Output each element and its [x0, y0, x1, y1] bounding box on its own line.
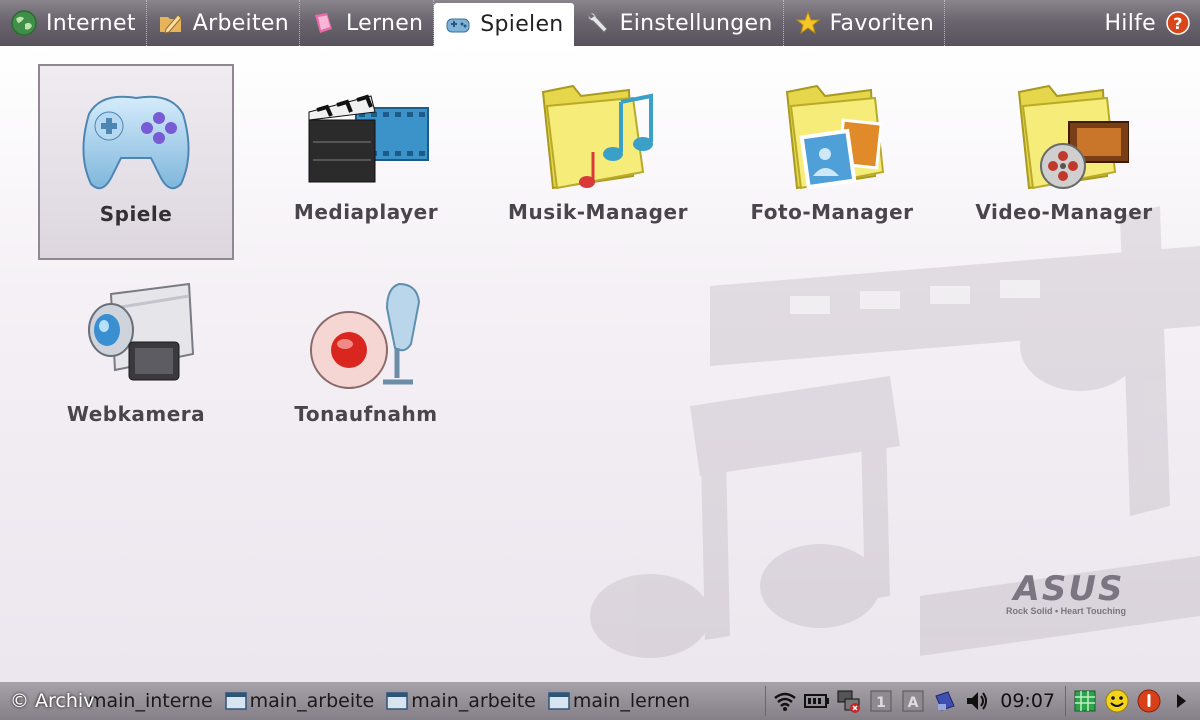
task-label: main_lernen — [572, 690, 691, 712]
app-spiele[interactable]: Spiele — [38, 64, 234, 260]
tab-label: Spielen — [480, 12, 564, 37]
video-folder-icon — [1017, 84, 1129, 190]
clapperboard-icon — [308, 94, 429, 183]
book-icon — [314, 13, 332, 33]
copyright-credit: © Archiv — [10, 690, 95, 712]
tab-einstellungen[interactable]: Einstellungen — [574, 0, 784, 46]
tab-label: Einstellungen — [619, 10, 773, 36]
task-label: main_arbeite — [411, 690, 536, 712]
app-tonaufnahm[interactable]: Tonaufnahm — [268, 266, 464, 462]
tab-label: Internet — [46, 10, 136, 36]
wifi-icon[interactable] — [772, 688, 798, 714]
tray-separator — [1065, 686, 1066, 716]
green-grid-icon[interactable] — [1072, 688, 1098, 714]
folder-pencil-icon — [159, 14, 182, 34]
svg-text:A: A — [908, 695, 919, 711]
task-main-interne[interactable]: main_interne — [84, 682, 221, 720]
star-icon — [795, 10, 820, 35]
tab-favoriten[interactable]: Favoriten — [784, 0, 946, 46]
app-label: Foto-Manager — [750, 200, 914, 224]
tab-label: Lernen — [345, 10, 424, 36]
svg-text:ASUS: ASUS — [1011, 570, 1125, 609]
gamepad-icon — [82, 95, 190, 190]
task-main-arbeite[interactable]: main_arbeite — [221, 682, 383, 720]
input-lang-icon[interactable]: A — [900, 688, 926, 714]
tab-internet[interactable]: Internet — [0, 0, 147, 46]
app-label: Musik-Manager — [508, 200, 688, 224]
app-foto-manager[interactable]: Foto-Manager — [734, 64, 930, 260]
app-webkamera[interactable]: Webkamera — [38, 266, 234, 462]
app-label: Tonaufnahm — [294, 402, 438, 426]
volume-icon[interactable] — [964, 688, 990, 714]
app-launcher-area: Spiele Mediaplayer Musik-Manager Foto-Ma… — [0, 46, 1200, 682]
app-video-manager[interactable]: Video-Manager — [966, 64, 1162, 260]
help-icon: ? — [1166, 11, 1190, 35]
webcam-icon — [88, 282, 195, 381]
battery-icon[interactable] — [804, 688, 830, 714]
tab-label: Arbeiten — [192, 10, 289, 36]
app-label: Mediaplayer — [293, 200, 439, 224]
app-label: Spiele — [99, 202, 173, 226]
app-label: Video-Manager — [975, 200, 1153, 224]
app-musik-manager[interactable]: Musik-Manager — [500, 64, 696, 260]
top-tab-bar: Internet Arbeiten Lernen Spielen Einstel… — [0, 0, 1200, 46]
window-icon — [548, 692, 570, 710]
asus-tagline: Rock Solid • Heart Touching — [1006, 606, 1126, 616]
app-mediaplayer[interactable]: Mediaplayer — [268, 64, 464, 260]
task-label: main_arbeite — [249, 690, 375, 712]
system-tray: 1 A 09:07 — [759, 682, 1200, 720]
tab-lernen[interactable]: Lernen — [300, 0, 435, 46]
task-main-arbeite-2[interactable]: main_arbeite — [382, 682, 544, 720]
tab-label: Favoriten — [829, 10, 935, 36]
music-folder-icon — [541, 84, 653, 190]
photo-folder-icon — [785, 84, 885, 190]
svg-text:?: ? — [1173, 14, 1183, 33]
clock: 09:07 — [1000, 690, 1055, 712]
window-icon — [224, 692, 247, 710]
tab-arbeiten[interactable]: Arbeiten — [147, 0, 300, 46]
task-label: main_interne — [88, 690, 213, 712]
keyboard-lock-icon[interactable]: 1 — [868, 688, 894, 714]
task-main-lernen[interactable]: main_lernen — [544, 682, 698, 720]
tab-spielen[interactable]: Spielen — [434, 3, 574, 46]
usb-icon[interactable] — [932, 688, 958, 714]
taskbar: main_interne main_arbeite main_arbeite m… — [0, 682, 1200, 720]
app-label: Webkamera — [66, 402, 206, 426]
microphone-record-icon — [310, 282, 421, 389]
smiley-icon[interactable] — [1104, 688, 1130, 714]
network-icon[interactable] — [836, 688, 862, 714]
tab-bar-spacer — [945, 0, 1094, 46]
svg-text:1: 1 — [876, 695, 886, 711]
help-label: Hilfe — [1104, 10, 1156, 36]
arrow-right-icon[interactable] — [1168, 688, 1194, 714]
power-icon[interactable] — [1136, 688, 1162, 714]
gamepad-icon — [446, 18, 470, 32]
help-button[interactable]: Hilfe ? — [1094, 0, 1200, 46]
wrench-icon — [587, 12, 608, 33]
globe-icon — [11, 10, 37, 36]
tray-separator — [765, 686, 767, 716]
window-icon — [386, 692, 409, 710]
